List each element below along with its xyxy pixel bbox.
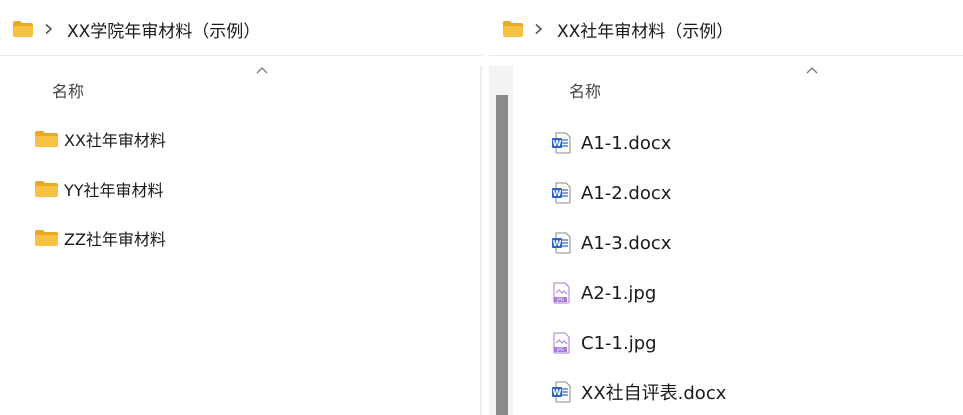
file-name: C1-1.jpg [581, 332, 657, 354]
file-name: A2-1.jpg [581, 282, 657, 304]
list-item-file[interactable]: W A1-3.docx [551, 227, 671, 259]
word-document-icon: W [552, 232, 571, 254]
list-item-label: XX社年审材料 [64, 131, 166, 150]
list-item-file[interactable]: JPG A2-1.jpg [551, 277, 656, 309]
folder-icon [35, 230, 58, 246]
file-list: XX社年审材料 YY社年审材料 ZZ社年审材料 [0, 0, 482, 415]
list-item-yy-folder[interactable]: YY社年审材料 [34, 173, 164, 205]
word-document-icon: W [552, 132, 571, 154]
svg-text:W: W [553, 139, 562, 148]
jpg-image-icon: JPG [553, 332, 570, 354]
file-name: A1-2.docx [581, 182, 672, 204]
svg-text:W: W [553, 189, 562, 198]
word-document-icon: W [552, 182, 571, 204]
list-item-xx-folder[interactable]: XX社年审材料 [34, 123, 166, 155]
svg-text:JPG: JPG [556, 347, 564, 352]
list-item-zz-folder[interactable]: ZZ社年审材料 [34, 222, 166, 254]
list-item-label: ZZ社年审材料 [64, 230, 166, 249]
file-name: A1-1.docx [581, 132, 672, 154]
left-explorer-pane: XX学院年审材料（示例） 名称 XX社年审材料 YY社年审材料 ZZ社年审材料 [0, 0, 482, 415]
file-list: W A1-1.docx W A1-2.docx W A1-3.docx JPG … [489, 0, 963, 415]
svg-text:JPG: JPG [556, 297, 564, 302]
svg-text:W: W [553, 239, 562, 248]
list-item-label: YY社年审材料 [64, 181, 164, 200]
list-item-file[interactable]: W A1-1.docx [551, 127, 671, 159]
folder-icon [35, 181, 58, 197]
jpg-image-icon: JPG [553, 282, 570, 304]
list-item-file[interactable]: JPG C1-1.jpg [551, 327, 657, 359]
file-name: XX社自评表.docx [581, 383, 727, 404]
svg-text:W: W [553, 388, 562, 397]
word-document-icon: W [552, 381, 571, 403]
pane-separator[interactable] [480, 66, 482, 415]
folder-icon [35, 131, 58, 147]
list-item-file[interactable]: W A1-2.docx [551, 177, 671, 209]
right-explorer-pane: XX社年审材料（示例） 名称 W A1-1.docx W A1-2.docx W… [489, 0, 963, 415]
file-name: A1-3.docx [581, 232, 672, 254]
list-item-file[interactable]: W XX社自评表.docx [551, 376, 726, 408]
